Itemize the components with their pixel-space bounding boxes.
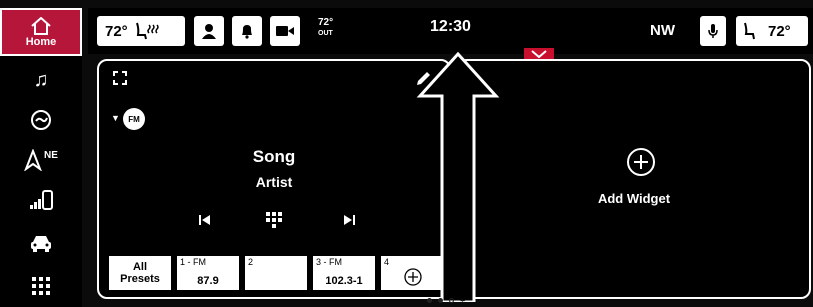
add-page-icon[interactable]: + xyxy=(460,297,465,306)
driver-temp: 72° xyxy=(105,22,128,40)
source-badge[interactable]: FM xyxy=(123,108,145,130)
previous-track-button[interactable] xyxy=(193,209,217,231)
sidebar-item-navigation[interactable]: NE xyxy=(0,140,82,180)
passenger-temp-control[interactable]: 72° xyxy=(736,16,808,46)
sidebar-item-media[interactable]: ♫ xyxy=(0,60,82,100)
sidebar-item-apps[interactable] xyxy=(0,266,82,306)
navigation-heading: NE xyxy=(44,149,58,161)
vehicle-icon xyxy=(31,236,51,252)
seat-icon xyxy=(744,22,755,40)
preset-1-number: 1 - FM xyxy=(180,257,206,267)
expand-icon[interactable] xyxy=(113,71,127,85)
climate-icon xyxy=(31,110,51,130)
phone-icon xyxy=(30,190,53,210)
compass-heading: NW xyxy=(650,22,675,39)
chevron-down-icon xyxy=(531,50,547,58)
sidebar-item-climate[interactable] xyxy=(0,100,82,140)
all-presets-label-1: All xyxy=(132,261,148,273)
preset-2-number: 2 xyxy=(248,257,254,267)
song-title: Song xyxy=(252,147,296,166)
camera-button[interactable] xyxy=(270,16,300,46)
camera-icon xyxy=(276,26,294,36)
empty-widget-slot[interactable]: Add Widget xyxy=(457,59,811,299)
all-presets-label-2: Presets xyxy=(120,273,160,285)
passenger-temp: 72° xyxy=(768,22,791,40)
previous-track-icon xyxy=(199,215,210,225)
page-dot[interactable] xyxy=(427,298,432,303)
outside-temp-label: OUT xyxy=(318,30,333,37)
infotainment-screen: Home ♫ NE 72° 72° OUT 12:30 NW 72° ▼ FM … xyxy=(0,0,813,307)
artist-name: Artist xyxy=(255,174,293,190)
navigation-icon xyxy=(24,149,42,171)
sidebar-item-vehicle[interactable] xyxy=(0,223,82,263)
add-widget-icon xyxy=(627,148,655,176)
next-track-icon xyxy=(344,215,355,225)
add-widget-label: Add Widget xyxy=(597,191,671,206)
preset-3-number: 3 - FM xyxy=(316,257,342,267)
all-presets-button[interactable]: All Presets xyxy=(108,255,172,291)
driver-temp-control[interactable]: 72° xyxy=(97,16,185,46)
sidebar-item-home-label: Home xyxy=(25,35,57,48)
preset-1-button[interactable]: 1 - FM 87.9 xyxy=(176,255,240,291)
media-widget[interactable]: ▼ FM Song Artist All Presets 1 - FM 87.9 xyxy=(97,59,451,299)
outside-temp-value: 72° xyxy=(318,17,334,28)
preset-row: All Presets 1 - FM 87.9 2 3 - FM 102.3-1… xyxy=(108,255,444,291)
notifications-button[interactable] xyxy=(232,16,262,46)
preset-3-frequency: 102.3-1 xyxy=(325,275,363,287)
voice-button[interactable] xyxy=(700,16,726,46)
profile-button[interactable] xyxy=(194,16,224,46)
keypad-button[interactable] xyxy=(262,209,286,231)
preset-3-button[interactable]: 3 - FM 102.3-1 xyxy=(312,255,376,291)
annotation-arrow xyxy=(416,52,500,302)
source-dropdown-caret-icon[interactable]: ▼ xyxy=(111,113,120,123)
sidebar: Home ♫ NE xyxy=(0,8,82,307)
heated-seat-icon xyxy=(135,22,159,40)
preset-1-frequency: 87.9 xyxy=(197,275,219,287)
keypad-icon xyxy=(266,212,282,228)
page-indicator: + xyxy=(427,297,465,306)
home-icon xyxy=(31,16,51,35)
user-icon xyxy=(202,24,216,39)
page-dot[interactable] xyxy=(449,298,454,303)
sidebar-item-phone[interactable] xyxy=(0,180,82,220)
music-icon: ♫ xyxy=(33,68,49,91)
bell-icon xyxy=(242,25,252,39)
next-track-button[interactable] xyxy=(337,209,361,231)
page-dot[interactable] xyxy=(438,298,443,303)
sidebar-item-home[interactable]: Home xyxy=(0,8,82,56)
outside-temp: 72° OUT xyxy=(318,17,333,39)
microphone-icon xyxy=(708,24,718,38)
apps-grid-icon xyxy=(32,277,50,295)
preset-4-number: 4 xyxy=(384,257,390,267)
status-bar: 72° 72° OUT 12:30 NW 72° xyxy=(88,8,813,60)
preset-2-button[interactable]: 2 xyxy=(244,255,308,291)
